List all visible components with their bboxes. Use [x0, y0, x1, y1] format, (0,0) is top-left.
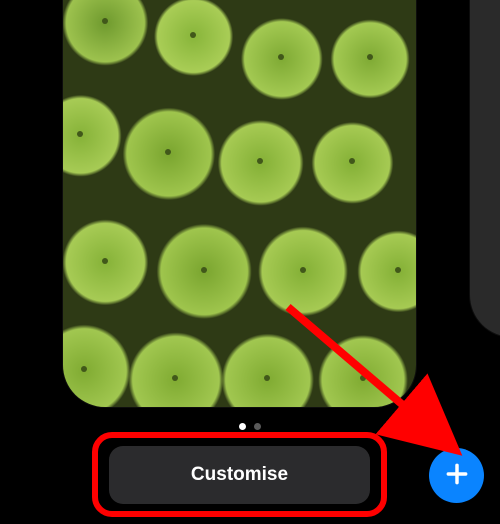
customise-button[interactable]: Customise — [109, 446, 370, 504]
wallpaper-preview-card-next[interactable] — [470, 0, 500, 337]
page-indicator[interactable] — [239, 423, 261, 430]
clownfish-wallpaper-image — [63, 0, 416, 407]
page-dot-2[interactable] — [254, 423, 261, 430]
wallpaper-preview-card[interactable] — [63, 0, 416, 407]
page-dot-1[interactable] — [239, 423, 246, 430]
customise-button-label: Customise — [191, 464, 288, 486]
add-wallpaper-button[interactable] — [429, 448, 484, 503]
plus-icon — [444, 461, 470, 490]
